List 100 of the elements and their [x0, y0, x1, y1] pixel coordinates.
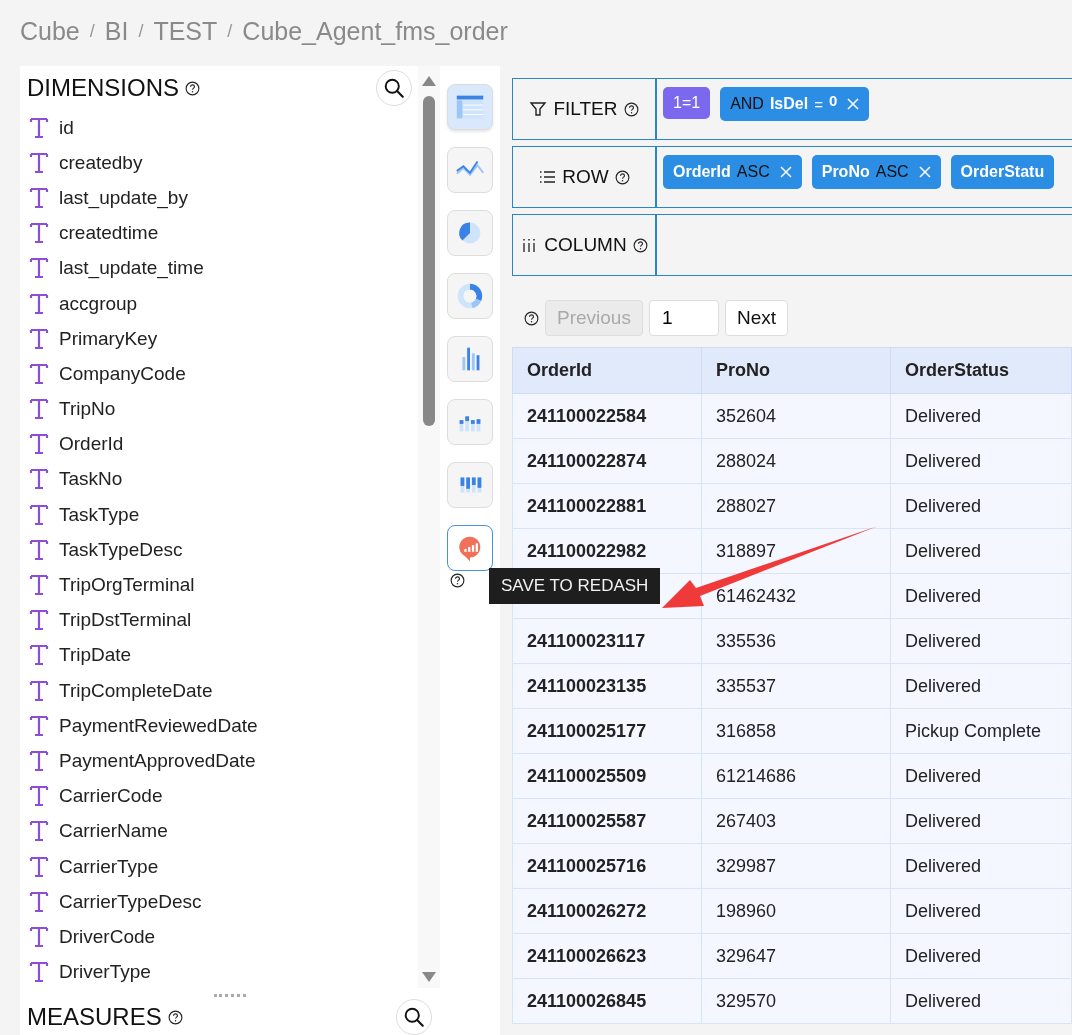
- table-cell: Delivered: [890, 843, 1072, 889]
- drop-zone[interactable]: OrderId ASC ProNo ASC OrderStatu: [657, 147, 1072, 207]
- help-icon[interactable]: [167, 1009, 183, 1025]
- field-name: OrderStatu: [960, 163, 1045, 181]
- drop-zone[interactable]: 1=1 AND IsDel = 0: [657, 79, 1072, 139]
- zone-title: FILTER: [553, 98, 618, 120]
- table-cell: 241100025587: [512, 798, 702, 844]
- column-header[interactable]: OrderStatus: [890, 347, 1072, 394]
- field-name: OrderId: [673, 163, 731, 181]
- table-cell: 352604: [701, 393, 891, 439]
- text-type-icon: [29, 257, 49, 280]
- dimension-field[interactable]: createdtime: [59, 222, 159, 245]
- field-pill[interactable]: AND IsDel = 0: [720, 87, 870, 121]
- filter-value: 0: [828, 91, 838, 109]
- dimension-field[interactable]: id: [59, 116, 74, 139]
- dimension-field[interactable]: TaskType: [59, 503, 140, 526]
- search-button[interactable]: [396, 999, 432, 1035]
- close-icon[interactable]: [847, 98, 860, 110]
- table-cell: 288024: [701, 438, 891, 484]
- column-header[interactable]: OrderId: [512, 347, 702, 394]
- help-icon[interactable]: [614, 169, 630, 185]
- breadcrumb-separator: /: [227, 20, 233, 42]
- table-cell: 335537: [701, 663, 891, 709]
- table-cell: 329647: [701, 933, 891, 979]
- table-cell: 241100022584: [512, 393, 702, 439]
- breadcrumb-separator: /: [138, 20, 144, 42]
- table-cell: 288027: [701, 483, 891, 529]
- dimension-field[interactable]: PrimaryKey: [59, 327, 158, 350]
- next-button[interactable]: Next: [724, 300, 788, 336]
- text-type-icon: [29, 292, 49, 315]
- help-icon[interactable]: [185, 80, 200, 96]
- text-type-icon: [29, 398, 49, 421]
- dimension-field[interactable]: last_update_by: [59, 186, 188, 209]
- dimension-field[interactable]: TaskNo: [59, 468, 123, 491]
- table-cell: 241100025509: [512, 753, 702, 799]
- page-input[interactable]: 1: [648, 300, 719, 336]
- dimension-field[interactable]: TripNo: [59, 398, 116, 421]
- table-cell: Delivered: [890, 573, 1072, 619]
- table-cell: 198960: [701, 888, 891, 934]
- dimension-field[interactable]: DriverCode: [59, 925, 156, 948]
- dimension-field[interactable]: TaskTypeDesc: [59, 538, 183, 561]
- text-type-icon: [29, 503, 49, 526]
- close-icon[interactable]: [779, 166, 792, 178]
- dimension-field[interactable]: PaymentApprovedDate: [59, 749, 256, 772]
- dimension-field[interactable]: TripDstTerminal: [59, 609, 192, 632]
- table-cell: Delivered: [890, 978, 1072, 1024]
- field-pill[interactable]: 1=1: [663, 87, 711, 119]
- search-button[interactable]: [376, 70, 412, 106]
- text-type-icon: [29, 785, 49, 808]
- dimension-field[interactable]: accgroup: [59, 292, 138, 315]
- column-header[interactable]: ProNo: [701, 347, 891, 394]
- field-name: ProNo: [821, 163, 870, 181]
- dimension-field[interactable]: DriverType: [59, 961, 151, 984]
- text-type-icon: [29, 327, 49, 350]
- table-cell: 241100026272: [512, 888, 702, 934]
- dimension-field[interactable]: last_update_time: [59, 257, 204, 280]
- close-icon[interactable]: [918, 166, 931, 178]
- table-cell: 329570: [701, 978, 891, 1024]
- table-cell: 241100022881: [512, 483, 702, 529]
- table-cell: 241100026845: [512, 978, 702, 1024]
- field-pill[interactable]: OrderId ASC: [663, 155, 802, 189]
- text-type-icon: [29, 714, 49, 737]
- table-cell: 316858: [701, 708, 891, 754]
- filter-operator: AND: [730, 95, 764, 113]
- help-icon[interactable]: [623, 101, 639, 117]
- text-type-icon: [29, 116, 49, 139]
- zone-title: ROW: [562, 166, 609, 188]
- field-pill[interactable]: ProNo ASC: [811, 155, 941, 189]
- table-cell: Delivered: [890, 663, 1072, 709]
- table-cell: 61214686: [701, 753, 891, 799]
- dimension-field[interactable]: TripDate: [59, 644, 132, 667]
- text-type-icon: [29, 538, 49, 561]
- text-type-icon: [29, 925, 49, 948]
- resize-handle[interactable]: [214, 994, 246, 999]
- text-type-icon: [29, 855, 49, 878]
- table-cell: 241100023135: [512, 663, 702, 709]
- help-icon[interactable]: [632, 237, 648, 253]
- dimension-field[interactable]: OrderId: [59, 433, 124, 456]
- dimension-field[interactable]: PaymentReviewedDate: [59, 714, 258, 737]
- table-cell: Delivered: [890, 483, 1072, 529]
- table-cell: 267403: [701, 798, 891, 844]
- text-type-icon: [29, 890, 49, 913]
- text-type-icon: [29, 151, 49, 174]
- dimension-field[interactable]: CarrierTypeDesc: [59, 890, 202, 913]
- zone-title: COLUMN: [544, 234, 627, 256]
- text-type-icon: [29, 468, 49, 491]
- filter-field: IsDel: [769, 95, 809, 113]
- list-icon: [538, 168, 557, 186]
- scrollbar[interactable]: [418, 66, 440, 988]
- dimension-field[interactable]: CarrierCode: [59, 785, 163, 808]
- dimension-field[interactable]: TripOrgTerminal: [59, 574, 195, 597]
- dimension-field[interactable]: CarrierType: [59, 855, 159, 878]
- dimension-field[interactable]: TripCompleteDate: [59, 679, 213, 702]
- dimension-field[interactable]: createdby: [59, 151, 143, 174]
- dimension-field[interactable]: CarrierName: [59, 820, 168, 843]
- help-icon[interactable]: [449, 573, 465, 588]
- table-cell: Delivered: [890, 798, 1072, 844]
- dimension-field[interactable]: CompanyCode: [59, 362, 186, 385]
- table-cell: Delivered: [890, 528, 1072, 574]
- help-icon[interactable]: [524, 310, 539, 326]
